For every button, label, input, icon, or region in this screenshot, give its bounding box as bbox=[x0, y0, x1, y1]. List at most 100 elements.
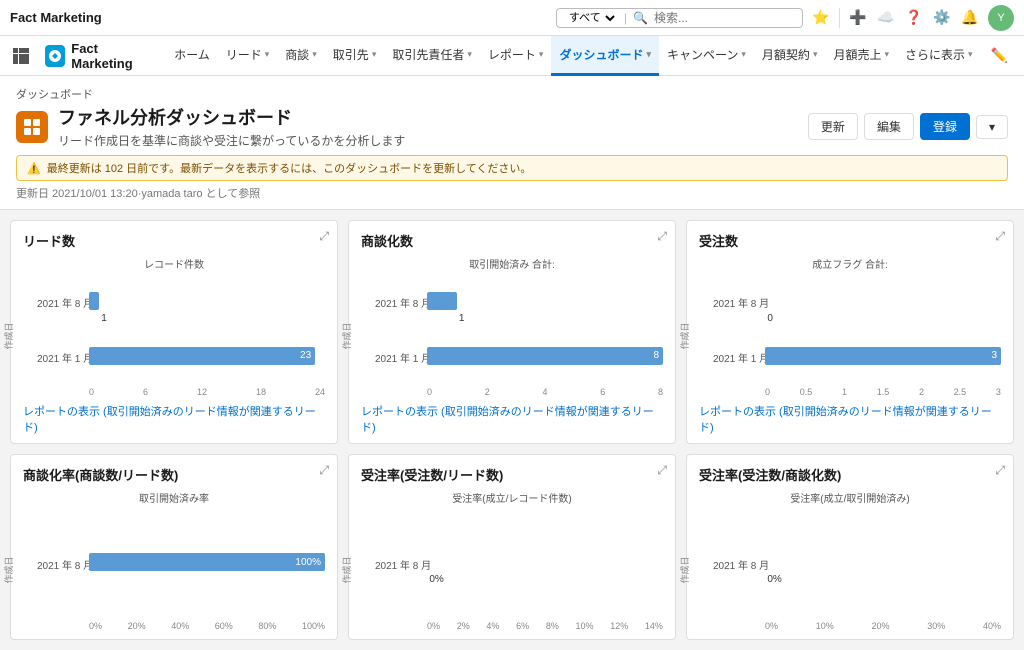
expand-icon[interactable]: ⤢ bbox=[319, 463, 329, 478]
x-axis-label: 0% bbox=[89, 621, 102, 631]
register-button[interactable]: 登録 bbox=[920, 113, 970, 140]
grid-icon[interactable] bbox=[8, 42, 33, 70]
x-axis: 02468 bbox=[427, 387, 663, 397]
expand-icon[interactable]: ⤢ bbox=[657, 229, 667, 244]
chevron-icon: ▾ bbox=[813, 49, 818, 60]
bar-container: 0% bbox=[427, 553, 663, 575]
chevron-icon: ▾ bbox=[539, 49, 544, 60]
bar-row: 2021 年 8 月 0% bbox=[713, 553, 1001, 575]
chart-card-order-rate-lead: 受注率(受注数/リード数) ⤢ 受注率(成立/レコード件数) 作成日 2021 … bbox=[348, 454, 676, 640]
bar-value-inside: 3 bbox=[991, 350, 1001, 361]
nav-items: ホーム リード ▾ 商談 ▾ 取引先 ▾ 取引先責任者 ▾ レポート ▾ ダッシ… bbox=[166, 36, 981, 76]
chevron-icon: ▾ bbox=[968, 49, 973, 60]
bar-row: 2021 年 8 月 0 bbox=[713, 292, 1001, 314]
dashboard-title: ファネル分析ダッシュボード bbox=[58, 104, 405, 130]
chart-link[interactable]: レポートの表示 (取引開始済みのリード情報が関連するリード) bbox=[23, 403, 325, 435]
chevron-icon: ▾ bbox=[372, 49, 377, 60]
x-axis-label: 10% bbox=[816, 621, 834, 631]
bar-row: 2021 年 8 月 0% bbox=[375, 553, 663, 575]
bar bbox=[427, 292, 457, 310]
nav-item-home[interactable]: ホーム bbox=[166, 36, 218, 76]
dashboard-title-group: ファネル分析ダッシュボード リード作成日を基準に商談や受注に繋がっているかを分析… bbox=[58, 104, 405, 149]
bar-label: 2021 年 1 月 bbox=[37, 350, 83, 365]
chart-body: 作成日 2021 年 8 月 0 2021 年 1 月 3 bbox=[699, 275, 1001, 397]
bar-value: 0% bbox=[429, 574, 443, 585]
bar-row: 2021 年 1 月 8 bbox=[375, 347, 663, 369]
bar-row: 2021 年 1 月 3 bbox=[713, 347, 1001, 369]
bar-row: 2021 年 1 月 23 bbox=[37, 347, 325, 369]
x-axis-label: 4% bbox=[486, 621, 499, 631]
x-axis: 0%2%4%6%8%10%12%14% bbox=[427, 621, 663, 631]
x-axis-label: 2 bbox=[919, 387, 924, 397]
register-dropdown-button[interactable]: ▾ bbox=[976, 115, 1008, 139]
chart-title: 商談化数 bbox=[361, 231, 413, 250]
bell-icon[interactable]: 🔔 bbox=[960, 8, 980, 28]
x-axis: 0%20%40%60%80%100% bbox=[89, 621, 325, 631]
nav-more: ✏️ bbox=[983, 47, 1016, 64]
plus-icon[interactable]: ➕ bbox=[848, 8, 868, 28]
settings-icon[interactable]: ⚙️ bbox=[932, 8, 952, 28]
nav-item-monthly-sales[interactable]: 月額売上 ▾ bbox=[825, 36, 897, 76]
chart-link[interactable]: レポートの表示 (取引開始済みのリード情報が関連するリード) bbox=[699, 403, 1001, 435]
x-axis-label: 2.5 bbox=[954, 387, 967, 397]
nav-item-dashboard[interactable]: ダッシュボード ▾ bbox=[551, 36, 659, 76]
nav-logo[interactable]: Fact Marketing bbox=[35, 41, 164, 71]
bar-container: 1 bbox=[427, 292, 663, 314]
dashboard-icon bbox=[16, 111, 48, 143]
y-axis-label: 作成日 bbox=[2, 556, 15, 583]
nav-item-report[interactable]: レポート ▾ bbox=[480, 36, 552, 76]
bar-chart-inner: 2021 年 8 月 1 2021 年 1 月 8 bbox=[375, 275, 663, 385]
bar-value-inside: 8 bbox=[653, 350, 663, 361]
nav-item-contact[interactable]: 取引先責任者 ▾ bbox=[384, 36, 480, 76]
avatar[interactable]: Y bbox=[988, 5, 1014, 31]
dashboard-subtitle: リード作成日を基準に商談や受注に繋がっているかを分析します bbox=[58, 132, 405, 149]
bar-row: 2021 年 8 月 1 bbox=[375, 292, 663, 314]
x-axis: 0%10%20%30%40% bbox=[765, 621, 1001, 631]
nav-item-monthly-contract[interactable]: 月額契約 ▾ bbox=[754, 36, 826, 76]
pencil-icon[interactable]: ✏️ bbox=[983, 47, 1016, 64]
x-axis-label: 6 bbox=[600, 387, 605, 397]
chart-subtitle: 取引開始済み 合計: bbox=[361, 256, 663, 271]
chart-body: 作成日 2021 年 8 月 1 2021 年 1 月 8 bbox=[361, 275, 663, 397]
dashboard-meta: 更新日 2021/10/01 13:20·yamada taro として参照 bbox=[16, 185, 1008, 201]
search-input[interactable] bbox=[654, 11, 794, 25]
x-axis-label: 12 bbox=[197, 387, 207, 397]
x-axis-label: 0.5 bbox=[800, 387, 813, 397]
x-axis-label: 80% bbox=[258, 621, 276, 631]
edit-button[interactable]: 編集 bbox=[864, 113, 914, 140]
x-axis-label: 14% bbox=[645, 621, 663, 631]
chart-body: 作成日 2021 年 8 月 1 2021 年 1 月 23 bbox=[23, 275, 325, 397]
chart-link[interactable]: レポートの表示 (取引開始済みのリード情報が関連するリード) bbox=[361, 403, 663, 435]
expand-icon[interactable]: ⤢ bbox=[995, 463, 1005, 478]
search-filter-select[interactable]: すべて bbox=[565, 11, 618, 25]
y-axis-label: 作成日 bbox=[678, 322, 691, 349]
cloud-icon[interactable]: ☁️ bbox=[876, 8, 896, 28]
chart-title: 受注数 bbox=[699, 231, 738, 250]
search-icon: 🔍 bbox=[633, 11, 648, 25]
nav-item-deal[interactable]: 商談 ▾ bbox=[277, 36, 325, 76]
nav-item-account[interactable]: 取引先 ▾ bbox=[325, 36, 385, 76]
bar-label: 2021 年 8 月 bbox=[713, 295, 759, 310]
bar-label: 2021 年 8 月 bbox=[375, 557, 421, 572]
chart-title: 受注率(受注数/リード数) bbox=[361, 465, 503, 484]
chevron-icon: ▾ bbox=[884, 49, 889, 60]
expand-icon[interactable]: ⤢ bbox=[995, 229, 1005, 244]
x-axis-label: 20% bbox=[871, 621, 889, 631]
help-icon[interactable]: ❓ bbox=[904, 8, 924, 28]
expand-icon[interactable]: ⤢ bbox=[657, 463, 667, 478]
y-axis-label: 作成日 bbox=[340, 322, 353, 349]
x-axis-label: 12% bbox=[610, 621, 628, 631]
bar-chart-area: 2021 年 8 月 1 2021 年 1 月 8 bbox=[375, 275, 663, 385]
top-bar: Fact Marketing すべて | 🔍 ⭐ ➕ ☁️ ❓ ⚙️ 🔔 Y bbox=[0, 0, 1024, 36]
nav-item-campaign[interactable]: キャンペーン ▾ bbox=[659, 36, 754, 76]
bar-container: 23 bbox=[89, 347, 325, 369]
x-axis-label: 24 bbox=[315, 387, 325, 397]
bar-container: 0 bbox=[765, 292, 1001, 314]
nav-item-lead[interactable]: リード ▾ bbox=[218, 36, 278, 76]
star-icon[interactable]: ⭐ bbox=[811, 8, 831, 28]
update-button[interactable]: 更新 bbox=[808, 113, 858, 140]
nav-item-more[interactable]: さらに表示 ▾ bbox=[897, 36, 981, 76]
expand-icon[interactable]: ⤢ bbox=[319, 229, 329, 244]
dashboard-actions: 更新 編集 登録 ▾ bbox=[808, 113, 1008, 140]
chart-card-lead-count: リード数 ⤢ レコード件数 作成日 2021 年 8 月 1 2021 年 1 … bbox=[10, 220, 338, 444]
